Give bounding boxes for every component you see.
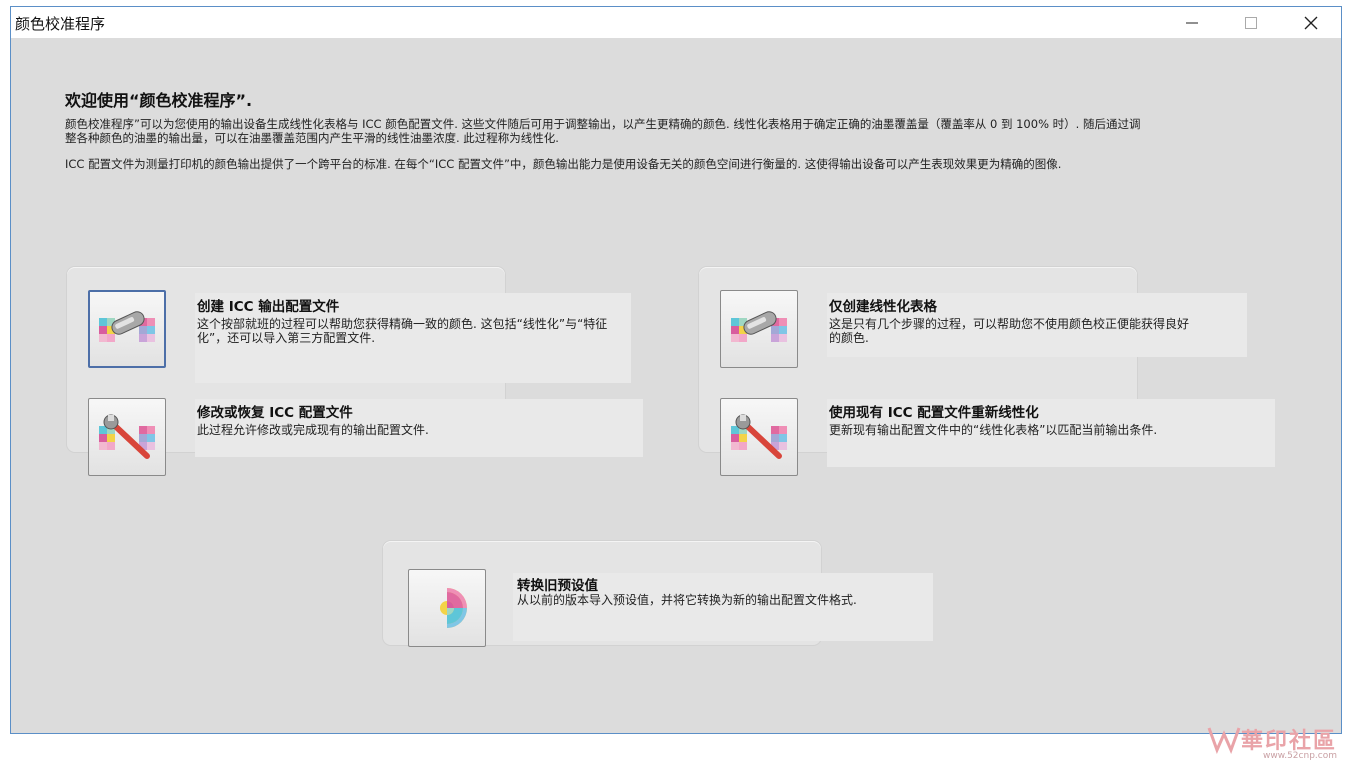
watermark: 華印社區 www.52cnp.com: [1207, 719, 1337, 761]
linearize-only-description: 这是只有几个步骤的过程，可以帮助您不使用颜色校正便能获得良好的颜色.: [829, 317, 1190, 345]
relinearize-button[interactable]: [720, 398, 798, 476]
title-bar[interactable]: 颜色校准程序: [11, 7, 1341, 38]
minimize-icon: [1186, 22, 1198, 23]
relinearize-title: 使用现有 ICC 配置文件重新线性化: [829, 405, 1039, 421]
wrench-color-chart-icon: [731, 414, 787, 459]
minimize-button[interactable]: [1163, 7, 1221, 38]
wrench-color-chart-icon: [99, 414, 155, 459]
relinearize-description: 更新现有输出配置文件中的“线性化表格”以匹配当前输出条件.: [829, 423, 1158, 437]
close-button[interactable]: [1282, 7, 1340, 38]
window-title: 颜色校准程序: [15, 15, 106, 33]
linearize-only-title: 仅创建线性化表格: [829, 299, 937, 315]
modify-icc-profile-description: 此过程允许修改或完成现有的输出配置文件.: [197, 423, 429, 437]
watermark-url: www.52cnp.com: [1262, 751, 1337, 761]
color-calibration-probe-icon: [731, 311, 787, 342]
maximize-button[interactable]: [1222, 7, 1280, 38]
create-icc-profile-button[interactable]: [88, 290, 166, 368]
linearize-only-button[interactable]: [720, 290, 798, 368]
close-icon: [1304, 16, 1318, 29]
modify-icc-profile-button[interactable]: [88, 398, 166, 476]
maximize-icon: [1245, 16, 1257, 29]
create-icc-profile-title: 创建 ICC 输出配置文件: [197, 299, 340, 315]
app-window: 颜色校准程序 欢迎使用“颜色校准程序”. 颜色校准程序”可以为您使用的输出设备生…: [10, 6, 1342, 734]
watermark-logo-icon: [1207, 727, 1241, 754]
convert-presets-button[interactable]: [408, 569, 486, 647]
intro-paragraph-linearization: 颜色校准程序”可以为您使用的输出设备生成线性化表格与 ICC 颜色配置文件. 这…: [65, 117, 1141, 145]
intro-paragraph-icc: ICC 配置文件为测量打印机的颜色输出提供了一个跨平台的标准. 在每个“ICC …: [65, 157, 1062, 171]
convert-presets-description: 从以前的版本导入预设值，并将它转换为新的输出配置文件格式.: [517, 593, 857, 607]
welcome-heading: 欢迎使用“颜色校准程序”.: [65, 91, 253, 110]
color-wheel-icon: [440, 588, 467, 628]
modify-icc-profile-title: 修改或恢复 ICC 配置文件: [197, 405, 353, 421]
color-calibration-probe-icon: [99, 311, 155, 342]
create-icc-profile-description: 这个按部就班的过程可以帮助您获得精确一致的颜色. 这包括“线性化”与“特征化”，…: [197, 317, 608, 345]
convert-presets-title: 转换旧预设值: [517, 578, 598, 594]
